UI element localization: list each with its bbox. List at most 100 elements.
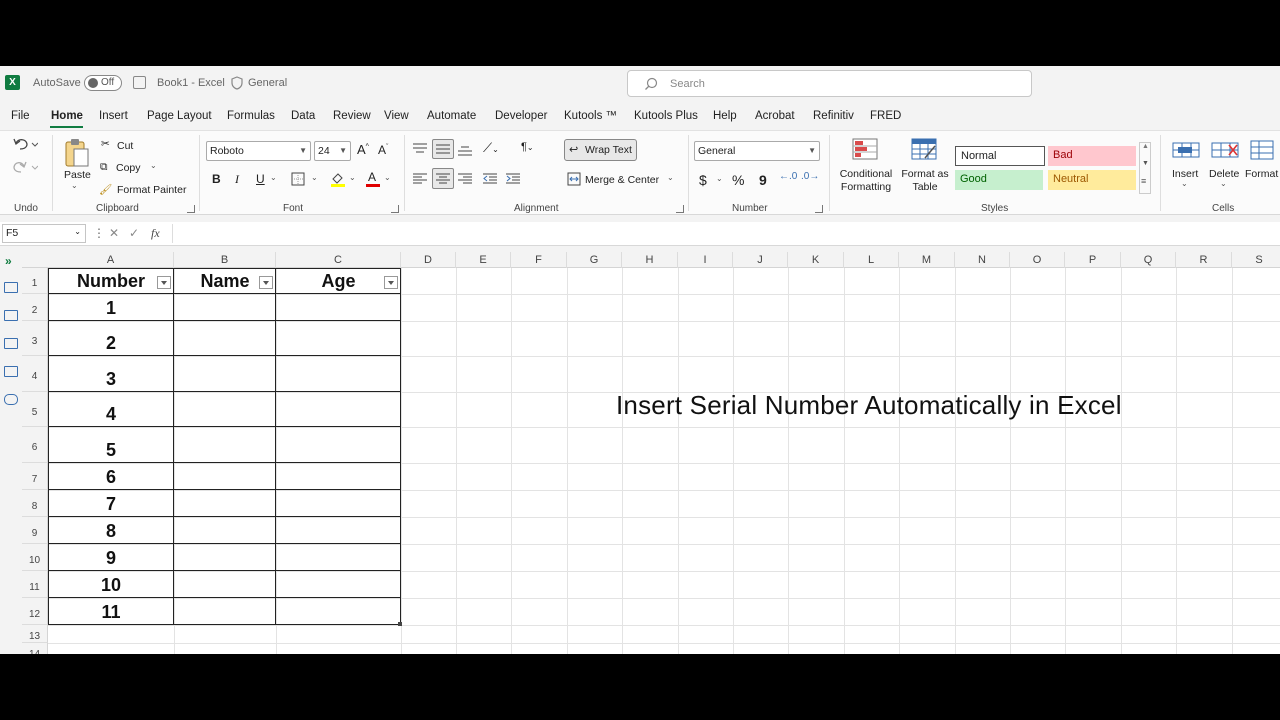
tab-help[interactable]: Help: [713, 110, 737, 122]
tab-formulas[interactable]: Formulas: [227, 110, 275, 122]
borders-icon[interactable]: [291, 172, 305, 186]
tab-review[interactable]: Review: [333, 110, 371, 122]
decrease-indent-icon[interactable]: [483, 173, 497, 185]
insert-function-button[interactable]: fx: [151, 226, 160, 241]
insert-chevron-icon[interactable]: ⌄: [1181, 179, 1188, 188]
font-launcher-icon[interactable]: [391, 205, 399, 213]
copy-icon[interactable]: ⧉: [100, 161, 108, 174]
row-header-1[interactable]: 1: [22, 268, 48, 294]
autosave-toggle[interactable]: Off: [84, 75, 122, 91]
orientation-icon[interactable]: ⟋⌄: [483, 140, 499, 156]
table-row-number-cell[interactable]: 2: [48, 321, 174, 356]
column-header-o[interactable]: O: [1010, 252, 1065, 268]
align-right-icon[interactable]: [458, 173, 472, 185]
filter-dropdown-icon[interactable]: [384, 276, 398, 289]
table-row-number-cell[interactable]: 9: [48, 544, 174, 571]
cut-icon[interactable]: ✂: [101, 138, 110, 150]
row-header-3[interactable]: 3: [22, 321, 48, 356]
format-as-table-icon[interactable]: [911, 138, 937, 160]
column-header-k[interactable]: K: [788, 252, 844, 268]
tab-data[interactable]: Data: [291, 110, 315, 122]
merge-chevron-icon[interactable]: ⌄: [667, 173, 674, 182]
column-header-j[interactable]: J: [733, 252, 788, 268]
table-row-number-cell[interactable]: 10: [48, 571, 174, 598]
number-launcher-icon[interactable]: [815, 205, 823, 213]
tab-insert[interactable]: Insert: [99, 110, 128, 122]
tab-acrobat[interactable]: Acrobat: [755, 110, 795, 122]
number-format-select[interactable]: General ▼: [694, 141, 820, 161]
alignment-launcher-icon[interactable]: [676, 205, 684, 213]
align-middle-button[interactable]: [432, 139, 454, 159]
find-replace-icon[interactable]: [4, 394, 18, 405]
merge-center-icon[interactable]: [567, 172, 581, 186]
align-left-icon[interactable]: [413, 173, 427, 185]
shield-icon[interactable]: [231, 76, 243, 90]
tab-developer[interactable]: Developer: [495, 110, 547, 122]
tab-file[interactable]: File: [11, 110, 30, 122]
clipboard-launcher-icon[interactable]: [187, 205, 195, 213]
copy-button[interactable]: Copy: [116, 162, 141, 174]
format-cells-icon[interactable]: [1250, 139, 1276, 161]
worksheet-grid[interactable]: ABCDEFGHIJKLMNOPQRS 1234567891011121314 …: [22, 252, 1280, 654]
table-row-number-cell[interactable]: 3: [48, 356, 174, 392]
search-box[interactable]: Search: [627, 70, 1032, 97]
table-header-age[interactable]: Age: [276, 268, 401, 294]
format-as-table-button[interactable]: Format as Table: [900, 168, 950, 194]
underline-chevron-icon[interactable]: ⌄: [270, 173, 277, 182]
table-row-number-cell[interactable]: 4: [48, 392, 174, 427]
row-header-2[interactable]: 2: [22, 294, 48, 321]
decrease-decimal-icon[interactable]: .0→: [801, 171, 819, 182]
row-header-9[interactable]: 9: [22, 517, 48, 544]
tab-automate[interactable]: Automate: [427, 110, 476, 122]
sheet-title-text[interactable]: Insert Serial Number Automatically in Ex…: [616, 390, 1122, 421]
bold-button[interactable]: B: [212, 172, 221, 186]
currency-button[interactable]: $: [699, 172, 707, 188]
styles-gallery-scroll[interactable]: ▲ ▼ ≡: [1139, 142, 1151, 194]
redo-icon[interactable]: [12, 160, 38, 174]
column-header-f[interactable]: F: [511, 252, 567, 268]
row-header-7[interactable]: 7: [22, 463, 48, 490]
font-size-select[interactable]: 24 ▼: [314, 141, 351, 161]
column-header-p[interactable]: P: [1065, 252, 1121, 268]
style-bad[interactable]: Bad: [1048, 146, 1136, 166]
italic-button[interactable]: I: [235, 172, 239, 187]
tab-kutools[interactable]: Kutools ™: [564, 110, 617, 122]
layers-icon[interactable]: [4, 338, 18, 349]
comma-style-button[interactable]: 9: [759, 172, 767, 188]
table-row-number-cell[interactable]: 1: [48, 294, 174, 321]
workbook-icon[interactable]: [4, 310, 18, 321]
row-header-10[interactable]: 10: [22, 544, 48, 571]
column-header-s[interactable]: S: [1232, 252, 1280, 268]
cut-button[interactable]: Cut: [117, 140, 133, 152]
row-header-5[interactable]: 5: [22, 392, 48, 427]
name-box[interactable]: F5 ⌄: [2, 224, 86, 243]
table-row-number-cell[interactable]: 5: [48, 427, 174, 463]
tab-kutools-plus[interactable]: Kutools Plus: [634, 110, 698, 122]
undo-icon[interactable]: [12, 137, 38, 151]
format-cells-button[interactable]: Format: [1245, 168, 1278, 180]
column-header-e[interactable]: E: [456, 252, 511, 268]
fill-color-chevron-icon[interactable]: ⌄: [349, 173, 356, 182]
increase-font-icon[interactable]: A^: [357, 142, 369, 157]
tab-view[interactable]: View: [384, 110, 409, 122]
table-row-number-cell[interactable]: 7: [48, 490, 174, 517]
align-top-icon[interactable]: [413, 143, 427, 155]
font-family-select[interactable]: Roboto ▼: [206, 141, 311, 161]
format-painter-button[interactable]: Format Painter: [117, 184, 186, 196]
column-header-g[interactable]: G: [567, 252, 622, 268]
text-direction-icon[interactable]: ¶⌄: [521, 141, 534, 153]
row-header-13[interactable]: 13: [22, 625, 48, 643]
sensitivity-label[interactable]: General: [248, 77, 287, 89]
formula-input[interactable]: [172, 224, 1280, 243]
merge-center-button[interactable]: Merge & Center: [585, 174, 659, 186]
column-header-r[interactable]: R: [1176, 252, 1232, 268]
tab-fred[interactable]: FRED: [870, 110, 901, 122]
insert-cells-icon[interactable]: [1172, 139, 1200, 161]
row-header-11[interactable]: 11: [22, 571, 48, 598]
filter-dropdown-icon[interactable]: [157, 276, 171, 289]
row-header-4[interactable]: 4: [22, 356, 48, 392]
percent-button[interactable]: %: [732, 172, 744, 188]
table-row-number-cell[interactable]: 6: [48, 463, 174, 490]
tab-refinitiv[interactable]: Refinitiv: [813, 110, 854, 122]
row-header-14[interactable]: 14: [22, 643, 48, 654]
